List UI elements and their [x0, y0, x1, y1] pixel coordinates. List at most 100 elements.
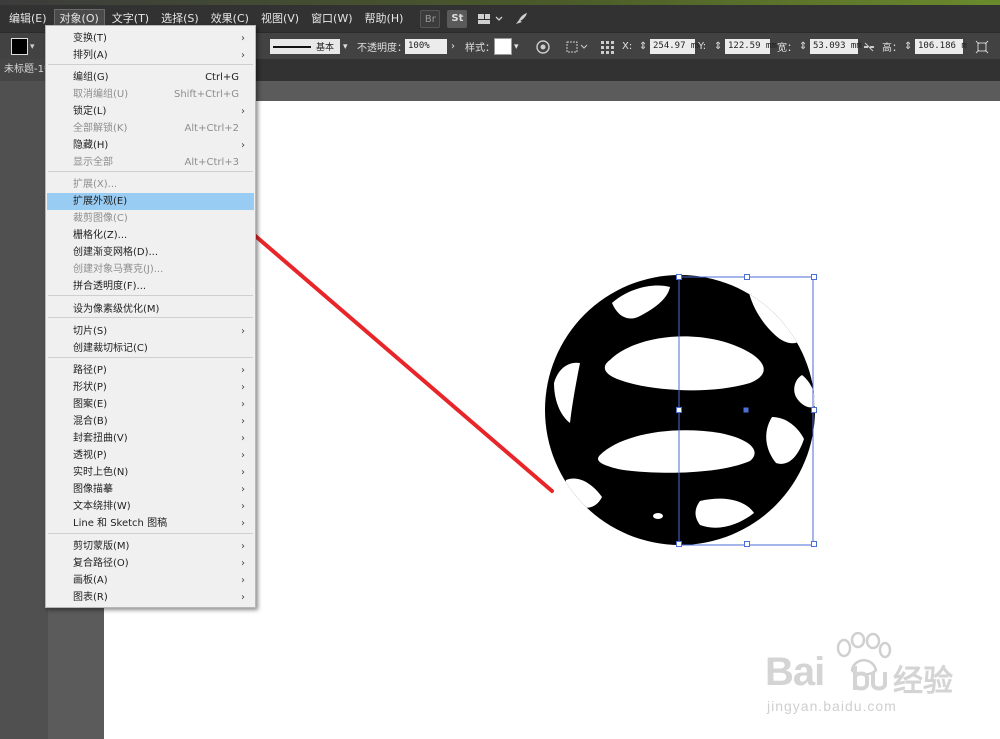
chevron-right-icon: ›: [241, 382, 245, 393]
width-stepper-icon[interactable]: ⇕: [799, 33, 807, 60]
menu-item: 裁剪图像(C): [47, 210, 254, 227]
menu-item[interactable]: 图案(E) ›: [47, 396, 254, 413]
menu-item: 全部解锁(K) Alt+Ctrl+2: [47, 120, 254, 137]
menu-item-label: 图案(E): [73, 399, 108, 410]
menu-item-label: 显示全部: [73, 157, 113, 168]
menu-item[interactable]: 设为像素级优化(M): [47, 301, 254, 318]
menu-item[interactable]: 路径(P) ›: [47, 362, 254, 379]
menu-item[interactable]: 画板(A) ›: [47, 572, 254, 589]
menu-item[interactable]: 扩展外观(E): [47, 193, 254, 210]
menu-item[interactable]: 复合路径(O) ›: [47, 555, 254, 572]
menu-item-label: 全部解锁(K): [73, 123, 128, 134]
height-field[interactable]: 106.186 m: [915, 39, 967, 54]
menu-item-label: 拼合透明度(F)...: [73, 281, 147, 292]
rocket-icon[interactable]: [513, 11, 529, 27]
chevron-right-icon: ›: [241, 518, 245, 529]
reference-point-icon[interactable]: [600, 33, 614, 60]
menu-item[interactable]: 图表(R) ›: [47, 589, 254, 606]
chevron-right-icon: ›: [241, 326, 245, 337]
stroke-style-label: 基本: [316, 43, 335, 53]
menu-item-label: 锁定(L): [73, 106, 107, 117]
menu-item: 取消编组(U) Shift+Ctrl+G: [47, 86, 254, 103]
menu-item[interactable]: Line 和 Sketch 图稿 ›: [47, 515, 254, 532]
x-stepper-icon[interactable]: ⇕: [639, 33, 647, 60]
menu-item[interactable]: 编组(G) Ctrl+G: [47, 69, 254, 86]
menu-separator: [48, 295, 253, 296]
menu-item-label: Line 和 Sketch 图稿: [73, 518, 168, 529]
chevron-right-icon: ›: [241, 501, 245, 512]
menu-item: 扩展(X)...: [47, 176, 254, 193]
menu-item-label: 裁剪图像(C): [73, 213, 128, 224]
menu-item-label: 变换(T): [73, 33, 107, 44]
menu-separator: [48, 357, 253, 358]
menu-item-label: 封套扭曲(V): [73, 433, 128, 444]
opacity-control[interactable]: 100% ›: [405, 33, 455, 60]
height-stepper-icon[interactable]: ⇕: [904, 33, 912, 60]
tools-panel: [0, 81, 48, 739]
height-label: 高：: [882, 43, 902, 54]
menu-item[interactable]: 形状(P) ›: [47, 379, 254, 396]
menu-item[interactable]: 隐藏(H) ›: [47, 137, 254, 154]
opacity-label: 不透明度：: [357, 43, 407, 54]
menu-item-label: 编组(G): [73, 72, 109, 83]
menu-item-label: 排列(A): [73, 50, 108, 61]
recolor-icon[interactable]: [536, 33, 550, 60]
menu-window[interactable]: 窗口(W): [306, 9, 357, 29]
opacity-field[interactable]: 100%: [405, 39, 447, 54]
menu-item[interactable]: 变换(T) ›: [47, 30, 254, 47]
menu-item[interactable]: 剪切蒙版(M) ›: [47, 538, 254, 555]
menu-item[interactable]: 封套扭曲(V) ›: [47, 430, 254, 447]
bridge-icon[interactable]: Br: [420, 9, 441, 28]
menu-item-shortcut: Alt+Ctrl+2: [184, 123, 239, 134]
menu-item[interactable]: 文本绕排(W) ›: [47, 498, 254, 515]
menu-item-label: 路径(P): [73, 365, 107, 376]
stroke-profile-dropdown[interactable]: 基本 ▾: [270, 33, 348, 60]
chevron-right-icon: ›: [241, 33, 245, 44]
menu-item[interactable]: 创建裁切标记(C): [47, 340, 254, 357]
menu-item[interactable]: 实时上色(N) ›: [47, 464, 254, 481]
x-label: X:: [622, 41, 633, 52]
menu-item-label: 形状(P): [73, 382, 107, 393]
menu-item-label: 创建裁切标记(C): [73, 343, 148, 354]
menu-item[interactable]: 混合(B) ›: [47, 413, 254, 430]
align-icon[interactable]: [566, 33, 588, 60]
y-field[interactable]: 122.59 mm: [725, 39, 777, 54]
stock-icon[interactable]: St: [447, 9, 468, 28]
menu-separator: [48, 64, 253, 65]
chevron-right-icon: ›: [241, 399, 245, 410]
menu-item[interactable]: 图像描摹 ›: [47, 481, 254, 498]
sphere-artwork[interactable]: [540, 265, 825, 555]
menu-view[interactable]: 视图(V): [256, 9, 304, 29]
menu-item[interactable]: 拼合透明度(F)...: [47, 278, 254, 295]
fill-swatch[interactable]: ▾: [11, 33, 35, 60]
width-label: 宽：: [777, 43, 797, 54]
menu-item[interactable]: 切片(S) ›: [47, 323, 254, 340]
link-icon[interactable]: [862, 33, 876, 60]
menu-item: 显示全部 Alt+Ctrl+3: [47, 154, 254, 171]
chevron-right-icon: ›: [241, 433, 245, 444]
menu-item-label: 文本绕排(W): [73, 501, 131, 512]
menu-item-label: 设为像素级优化(M): [73, 304, 160, 315]
menu-item[interactable]: 透视(P) ›: [47, 447, 254, 464]
workspace-switcher-icon[interactable]: [477, 12, 505, 26]
menu-item[interactable]: 栅格化(Z)...: [47, 227, 254, 244]
menu-item[interactable]: 创建渐变网格(D)...: [47, 244, 254, 261]
style-label: 样式：: [465, 43, 495, 54]
menu-item[interactable]: 排列(A) ›: [47, 47, 254, 64]
x-field[interactable]: 254.97 mm: [650, 39, 702, 54]
menu-item-label: 图像描摹: [73, 484, 113, 495]
transform-icon[interactable]: [975, 33, 989, 60]
menu-item-label: 隐藏(H): [73, 140, 109, 151]
menu-item-label: 取消编组(U): [73, 89, 129, 100]
chevron-right-icon: ›: [241, 558, 245, 569]
graphic-style-swatch[interactable]: ▾: [494, 33, 519, 60]
watermark-du: [853, 664, 887, 692]
menu-item[interactable]: 锁定(L) ›: [47, 103, 254, 120]
menu-item-label: 切片(S): [73, 326, 108, 337]
menu-help[interactable]: 帮助(H): [360, 9, 409, 29]
chevron-right-icon: ›: [241, 541, 245, 552]
width-field[interactable]: 53.093 mm: [810, 39, 862, 54]
chevron-right-icon[interactable]: ›: [451, 41, 455, 52]
y-stepper-icon[interactable]: ⇕: [714, 33, 722, 60]
watermark-brand2: 经验: [893, 665, 953, 698]
